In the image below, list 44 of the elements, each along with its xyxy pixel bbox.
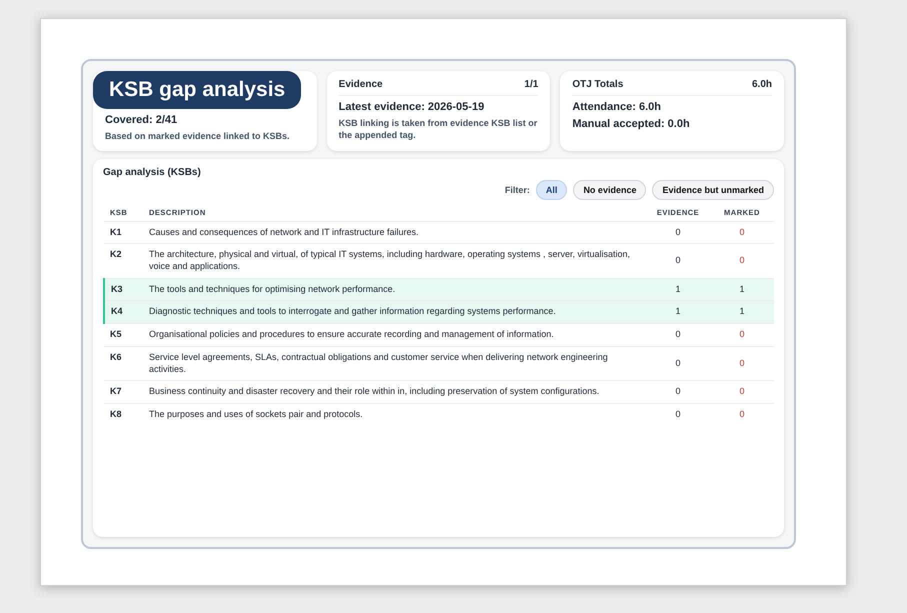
marked-count: 0 [710, 346, 774, 381]
otj-line: Manual accepted: 0.0h [572, 118, 691, 130]
ksb-description: Service level agreements, SLAs, contractual obligations and customer service when delivering network engineering activities. [143, 346, 646, 381]
ksb-code: K1 [104, 221, 143, 244]
ksb-description: Business continuity and disaster recovery and their role within in, including preservation of system configurations. [143, 380, 646, 404]
ksb-code: K3 [104, 278, 143, 301]
marked-count: 1 [710, 300, 774, 324]
evidence-count: 1/1 [524, 79, 538, 90]
ksb-code: K7 [104, 380, 143, 404]
marked-count: 0 [710, 324, 774, 346]
marked-count: 0 [710, 380, 774, 404]
ksb-description: Diagnostic techniques and tools to interrogate and gather information regarding systems performance. [143, 300, 646, 324]
evidence-note: KSB linking is taken from evidence KSB list or the appended tag. [338, 118, 538, 142]
coverage-note: Based on marked evidence linked to KSBs. [105, 131, 291, 143]
evidence-count: 0 [646, 346, 710, 381]
otj-total: 6.0h [752, 79, 772, 90]
ksb-code: K6 [104, 346, 143, 381]
ksb-code: K4 [104, 300, 143, 324]
otj-line: Attendance: 6.0h [572, 101, 662, 113]
filter-chip[interactable]: All [536, 180, 568, 200]
evidence-count: 0 [646, 403, 710, 426]
ksb-code: K5 [104, 324, 143, 346]
card-title: Evidence [338, 79, 383, 90]
evidence-count: 0 [646, 221, 710, 244]
marked-count: 1 [710, 278, 774, 301]
ksb-description: Organisational policies and procedures to ensure accurate recording and management of information. [143, 324, 646, 346]
ksb-code: K8 [104, 403, 143, 426]
filter-chip[interactable]: Evidence but unmarked [652, 180, 774, 200]
covered-count: Covered: 2/41 [105, 114, 178, 126]
marked-count: 0 [710, 403, 774, 426]
ksb-description: Causes and consequences of network and IT infrastructure failures. [143, 221, 646, 244]
evidence-count: 1 [646, 300, 710, 324]
marked-count: 0 [710, 221, 774, 244]
evidence-count: 0 [646, 324, 710, 346]
page-title: KSB gap analysis [93, 71, 302, 109]
ksb-description: The tools and techniques for optimising network performance. [143, 278, 646, 301]
filter-label: Filter: [504, 184, 530, 195]
section-title: Gap analysis (KSBs) [103, 166, 202, 178]
latest-evidence: Latest evidence: 2026-05-19 [338, 101, 486, 113]
card-title: OTJ Totals [572, 79, 624, 90]
evidence-count: 1 [646, 278, 710, 301]
ksb-description: The purposes and uses of sockets pair and protocols. [143, 403, 646, 426]
filter-chip[interactable]: No evidence [573, 180, 646, 200]
evidence-count: 0 [646, 380, 710, 404]
